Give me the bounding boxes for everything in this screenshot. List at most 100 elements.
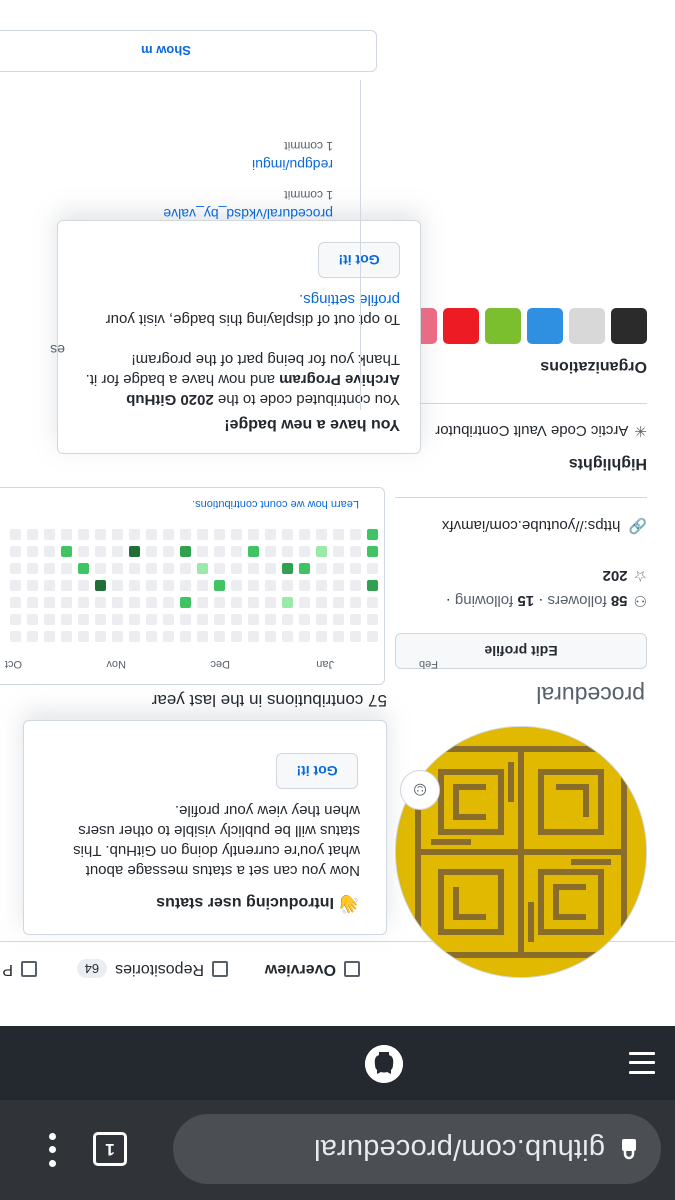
contribution-cell[interactable] bbox=[265, 631, 276, 642]
contribution-cell[interactable] bbox=[265, 580, 276, 591]
contribution-cell[interactable] bbox=[146, 580, 157, 591]
contribution-cell[interactable] bbox=[367, 546, 378, 557]
contribution-cell[interactable] bbox=[95, 580, 106, 591]
contribution-cell[interactable] bbox=[180, 631, 191, 642]
address-bar[interactable]: github.com/procedural bbox=[173, 1114, 661, 1184]
contribution-cell[interactable] bbox=[316, 631, 327, 642]
browser-menu-icon[interactable] bbox=[43, 1133, 63, 1167]
contribution-cell[interactable] bbox=[282, 631, 293, 642]
contribution-cell[interactable] bbox=[248, 580, 259, 591]
contribution-cell[interactable] bbox=[78, 580, 89, 591]
contribution-cell[interactable] bbox=[214, 529, 225, 540]
contribution-cell[interactable] bbox=[316, 546, 327, 557]
contribution-cell[interactable] bbox=[95, 597, 106, 608]
org-avatar[interactable] bbox=[443, 308, 479, 344]
stars-line[interactable]: ☆ 202 bbox=[603, 567, 647, 585]
contribution-cell[interactable] bbox=[282, 597, 293, 608]
contribution-cell[interactable] bbox=[214, 546, 225, 557]
contribution-cell[interactable] bbox=[214, 597, 225, 608]
contribution-cell[interactable] bbox=[163, 546, 174, 557]
contribution-cell[interactable] bbox=[180, 597, 191, 608]
contribution-cell[interactable] bbox=[95, 563, 106, 574]
contribution-cell[interactable] bbox=[231, 529, 242, 540]
contribution-cell[interactable] bbox=[299, 563, 310, 574]
org-avatar[interactable] bbox=[569, 308, 605, 344]
contribution-cell[interactable] bbox=[197, 529, 208, 540]
contribution-cell[interactable] bbox=[10, 631, 21, 642]
contribution-cell[interactable] bbox=[112, 563, 123, 574]
activity-repo-1-commits[interactable]: 1 commit bbox=[284, 188, 333, 202]
contribution-cell[interactable] bbox=[265, 614, 276, 625]
followers-count[interactable]: 58 bbox=[611, 593, 628, 610]
contribution-cell[interactable] bbox=[112, 529, 123, 540]
contribution-cell[interactable] bbox=[163, 563, 174, 574]
contribution-cell[interactable] bbox=[146, 546, 157, 557]
contribution-cell[interactable] bbox=[129, 529, 140, 540]
contribution-cell[interactable] bbox=[27, 546, 38, 557]
contribution-cell[interactable] bbox=[248, 614, 259, 625]
highlight-label[interactable]: Arctic Code Vault Contributor bbox=[435, 423, 628, 440]
contribution-cell[interactable] bbox=[197, 631, 208, 642]
contribution-cell[interactable] bbox=[231, 631, 242, 642]
contribution-cell[interactable] bbox=[112, 546, 123, 557]
avatar[interactable] bbox=[395, 726, 647, 978]
contribution-cell[interactable] bbox=[78, 597, 89, 608]
contribution-cell[interactable] bbox=[44, 529, 55, 540]
contribution-cell[interactable] bbox=[112, 614, 123, 625]
org-avatar[interactable] bbox=[485, 308, 521, 344]
contribution-cell[interactable] bbox=[129, 563, 140, 574]
show-more-button[interactable]: Show m bbox=[0, 30, 377, 72]
contribution-cell[interactable] bbox=[78, 631, 89, 642]
contribution-cell[interactable] bbox=[61, 580, 72, 591]
contribution-cell[interactable] bbox=[10, 529, 21, 540]
contribution-cell[interactable] bbox=[61, 529, 72, 540]
contribution-cell[interactable] bbox=[299, 614, 310, 625]
contribution-cell[interactable] bbox=[316, 614, 327, 625]
contribution-cell[interactable] bbox=[350, 597, 361, 608]
contribution-cell[interactable] bbox=[129, 597, 140, 608]
contribution-cell[interactable] bbox=[248, 563, 259, 574]
contribution-cell[interactable] bbox=[27, 580, 38, 591]
set-status-emoji-button[interactable]: ☺ bbox=[400, 770, 440, 810]
contribution-cell[interactable] bbox=[299, 597, 310, 608]
contribution-cell[interactable] bbox=[197, 597, 208, 608]
contribution-cell[interactable] bbox=[112, 597, 123, 608]
contribution-cell[interactable] bbox=[282, 580, 293, 591]
contribution-cell[interactable] bbox=[197, 563, 208, 574]
contribution-cell[interactable] bbox=[299, 631, 310, 642]
contribution-cell[interactable] bbox=[10, 546, 21, 557]
contribution-cell[interactable] bbox=[231, 546, 242, 557]
activity-repo-2-commits[interactable]: 1 commit bbox=[284, 139, 333, 153]
contribution-cell[interactable] bbox=[146, 614, 157, 625]
contribution-cell[interactable] bbox=[265, 563, 276, 574]
contribution-cell[interactable] bbox=[129, 614, 140, 625]
contribution-cell[interactable] bbox=[282, 546, 293, 557]
contribution-cell[interactable] bbox=[78, 563, 89, 574]
activity-repo-2[interactable]: redgpu/imgui bbox=[252, 157, 333, 173]
contribution-cell[interactable] bbox=[129, 631, 140, 642]
contribution-cell[interactable] bbox=[44, 546, 55, 557]
contribution-cell[interactable] bbox=[367, 631, 378, 642]
contribution-cell[interactable] bbox=[163, 529, 174, 540]
contribution-cell[interactable] bbox=[248, 631, 259, 642]
contribution-cell[interactable] bbox=[316, 563, 327, 574]
contribution-cell[interactable] bbox=[231, 580, 242, 591]
contribution-cell[interactable] bbox=[350, 614, 361, 625]
learn-contributions-link[interactable]: Learn how we count contributions. bbox=[192, 498, 359, 510]
contribution-cell[interactable] bbox=[333, 631, 344, 642]
contribution-cell[interactable] bbox=[333, 614, 344, 625]
contribution-cell[interactable] bbox=[180, 546, 191, 557]
profile-settings-link[interactable]: profile settings. bbox=[299, 291, 400, 308]
contribution-cell[interactable] bbox=[27, 631, 38, 642]
contribution-cell[interactable] bbox=[367, 529, 378, 540]
website-link[interactable]: https://youtube.com/iamvfx bbox=[442, 518, 620, 535]
contribution-cell[interactable] bbox=[95, 529, 106, 540]
contribution-cell[interactable] bbox=[350, 546, 361, 557]
contribution-cell[interactable] bbox=[10, 614, 21, 625]
contribution-cell[interactable] bbox=[350, 631, 361, 642]
contribution-cell[interactable] bbox=[316, 597, 327, 608]
contribution-cell[interactable] bbox=[61, 631, 72, 642]
org-avatar[interactable] bbox=[611, 308, 647, 344]
contribution-cell[interactable] bbox=[95, 546, 106, 557]
status-got-it-button[interactable]: Got it! bbox=[276, 753, 358, 789]
